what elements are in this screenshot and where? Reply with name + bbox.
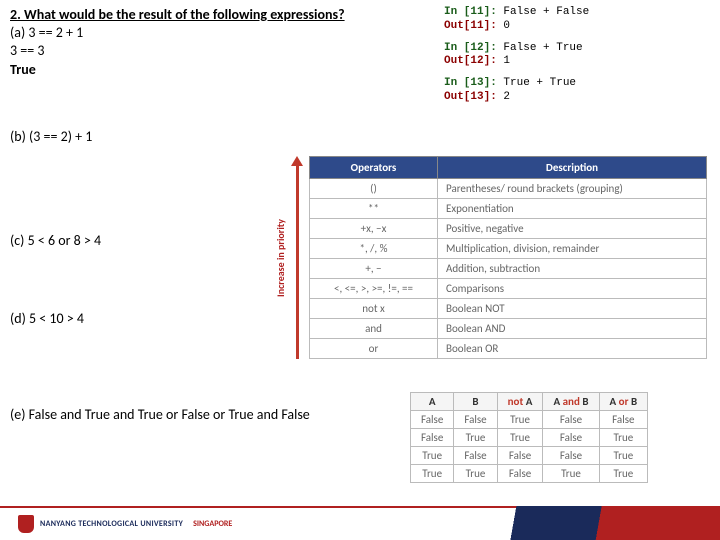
question-a-line2: 3 == 3 bbox=[10, 42, 345, 60]
ops-header-description: Description bbox=[438, 157, 707, 179]
code-out-label: Out[11]: bbox=[444, 20, 497, 32]
code-out-label: Out[13]: bbox=[444, 91, 497, 103]
code-out-text: 2 bbox=[497, 91, 510, 103]
ops-header-operators: Operators bbox=[310, 157, 438, 179]
table-row: orBoolean OR bbox=[310, 339, 707, 359]
truth-header-and: A and B bbox=[543, 393, 599, 411]
table-row: TrueFalseFalseFalseTrue bbox=[411, 447, 648, 465]
operators-table: Operators Description ()Parentheses/ rou… bbox=[309, 156, 707, 359]
question-b: (b) (3 == 2) + 1 bbox=[10, 128, 92, 145]
desc-cell: Exponentiation bbox=[438, 199, 707, 219]
priority-axis-label: Increase in priority bbox=[274, 219, 287, 297]
table-row: <, <=, >, >=, !=, ==Comparisons bbox=[310, 279, 707, 299]
question-block: 2. What would be the result of the follo… bbox=[10, 6, 345, 79]
desc-cell: Boolean NOT bbox=[438, 299, 707, 319]
university-name: NANYANG TECHNOLOGICAL UNIVERSITY bbox=[40, 519, 183, 529]
op-cell: not x bbox=[310, 299, 438, 319]
desc-cell: Positive, negative bbox=[438, 219, 707, 239]
question-d: (d) 5 < 10 > 4 bbox=[10, 310, 84, 327]
truth-header-a: A bbox=[411, 393, 454, 411]
table-row: *, /, %Multiplication, division, remaind… bbox=[310, 239, 707, 259]
op-cell: or bbox=[310, 339, 438, 359]
op-cell: () bbox=[310, 179, 438, 199]
desc-cell: Multiplication, division, remainder bbox=[438, 239, 707, 259]
priority-table-wrap: Increase in priority Operators Descripti… bbox=[274, 156, 707, 359]
desc-cell: Addition, subtraction bbox=[438, 259, 707, 279]
table-row: TrueTrueFalseTrueTrue bbox=[411, 465, 648, 483]
crest-icon bbox=[18, 515, 34, 533]
truth-header-not-a: not A bbox=[497, 393, 543, 411]
table-row: FalseTrueTrueFalseTrue bbox=[411, 429, 648, 447]
code-out-text: 0 bbox=[497, 20, 510, 32]
truth-table: A B not A A and B A or B FalseFalseTrueF… bbox=[410, 392, 648, 483]
question-c: (c) 5 < 6 or 8 > 4 bbox=[10, 232, 101, 249]
op-cell: ** bbox=[310, 199, 438, 219]
table-row: ()Parentheses/ round brackets (grouping) bbox=[310, 179, 707, 199]
op-cell: and bbox=[310, 319, 438, 339]
desc-cell: Boolean OR bbox=[438, 339, 707, 359]
code-in-text: True + True bbox=[497, 77, 576, 89]
code-output-block: In [11]: False + False Out[11]: 0 In [12… bbox=[444, 6, 589, 105]
question-e: (e) False and True and True or False or … bbox=[10, 406, 310, 423]
arrow-up-icon bbox=[291, 156, 303, 359]
table-row: +x, −xPositive, negative bbox=[310, 219, 707, 239]
desc-cell: Boolean AND bbox=[438, 319, 707, 339]
question-a-line1: (a) 3 == 2 + 1 bbox=[10, 24, 345, 42]
code-in-label: In [11]: bbox=[444, 6, 497, 18]
question-a-answer: True bbox=[10, 61, 345, 79]
footer-stripe-icon bbox=[490, 506, 720, 540]
desc-cell: Comparisons bbox=[438, 279, 707, 299]
question-title: 2. What would be the result of the follo… bbox=[10, 6, 345, 24]
op-cell: *, /, % bbox=[310, 239, 438, 259]
university-logo: NANYANG TECHNOLOGICAL UNIVERSITY SINGAPO… bbox=[18, 515, 232, 533]
code-in-label: In [13]: bbox=[444, 77, 497, 89]
table-row: andBoolean AND bbox=[310, 319, 707, 339]
truth-header-or: A or B bbox=[599, 393, 648, 411]
code-in-text: False + False bbox=[497, 6, 589, 18]
code-in-label: In [12]: bbox=[444, 42, 497, 54]
table-row: **Exponentiation bbox=[310, 199, 707, 219]
op-cell: +x, −x bbox=[310, 219, 438, 239]
table-row: +, −Addition, subtraction bbox=[310, 259, 707, 279]
truth-table-wrap: A B not A A and B A or B FalseFalseTrueF… bbox=[410, 392, 648, 483]
desc-cell: Parentheses/ round brackets (grouping) bbox=[438, 179, 707, 199]
truth-header-b: B bbox=[454, 393, 497, 411]
table-row: FalseFalseTrueFalseFalse bbox=[411, 411, 648, 429]
op-cell: +, − bbox=[310, 259, 438, 279]
code-out-label: Out[12]: bbox=[444, 55, 497, 67]
op-cell: <, <=, >, >=, !=, == bbox=[310, 279, 438, 299]
table-row: not xBoolean NOT bbox=[310, 299, 707, 319]
code-in-text: False + True bbox=[497, 42, 583, 54]
footer: NANYANG TECHNOLOGICAL UNIVERSITY SINGAPO… bbox=[0, 506, 720, 540]
code-out-text: 1 bbox=[497, 55, 510, 67]
university-country: SINGAPORE bbox=[193, 519, 232, 529]
